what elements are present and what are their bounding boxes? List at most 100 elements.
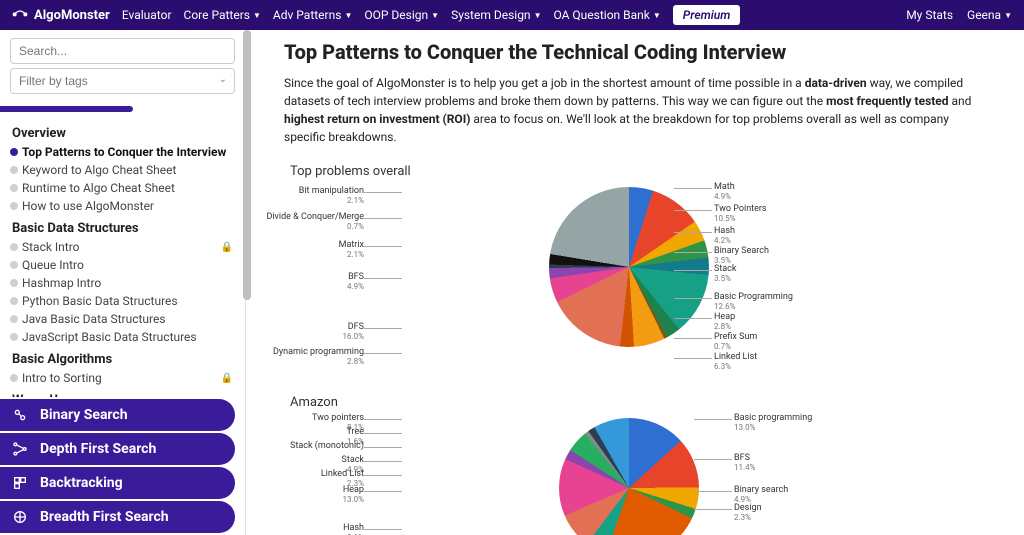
section-title: Basic Data Structures xyxy=(0,215,245,238)
category-icon xyxy=(10,507,30,527)
chevron-down-icon: ⌄ xyxy=(219,74,227,85)
chart-label: Linked List6.3% xyxy=(714,353,757,372)
section-title: Warm Up xyxy=(0,387,245,397)
section-title: Basic Algorithms xyxy=(0,346,245,369)
chart-amazon: Basic programming13.0% BFS11.4% Binary sea… xyxy=(284,414,974,535)
sidebar-item[interactable]: How to use AlgoMonster xyxy=(0,197,245,215)
category-pill[interactable]: Binary Search xyxy=(0,399,235,431)
sidebar-item-label: Python Basic Data Structures xyxy=(22,294,178,308)
chart-label: Dynamic programming2.8% xyxy=(273,348,364,367)
sidebar-item[interactable]: Runtime to Algo Cheat Sheet xyxy=(0,179,245,197)
sidebar-item-label: Java Basic Data Structures xyxy=(22,312,166,326)
user-menu[interactable]: Geena▼ xyxy=(967,8,1012,22)
status-dot-icon xyxy=(10,184,18,192)
chart-label: Binary Search3.5% xyxy=(714,247,769,266)
category-label: Binary Search xyxy=(40,407,128,423)
chart-label: Bit manipulation2.1% xyxy=(299,187,364,206)
filter-tags-input[interactable] xyxy=(10,68,235,94)
sidebar-item[interactable]: Hashmap Intro xyxy=(0,274,245,292)
sidebar-item[interactable]: Intro to Sorting 🔒 xyxy=(0,369,245,387)
nav-link[interactable]: Adv Patterns▼ xyxy=(273,8,352,22)
chevron-down-icon: ▼ xyxy=(344,11,352,20)
status-dot-icon xyxy=(10,243,18,251)
chart-label: Two Pointers10.5% xyxy=(714,205,767,224)
progress-accent xyxy=(0,106,133,112)
sidebar-item[interactable]: Queue Intro xyxy=(0,256,245,274)
nav-link[interactable]: OA Question Bank▼ xyxy=(553,8,660,22)
section-title: Overview xyxy=(0,120,245,143)
sidebar-item-label: Stack Intro xyxy=(22,240,80,254)
sidebar-item[interactable]: Top Patterns to Conquer the Interview xyxy=(0,143,245,161)
nav-link[interactable]: Evaluator xyxy=(122,8,172,22)
category-pill[interactable]: Backtracking xyxy=(0,467,235,499)
sidebar-item-label: Queue Intro xyxy=(22,258,84,272)
chevron-down-icon: ▼ xyxy=(1004,11,1012,20)
status-dot-icon xyxy=(10,315,18,323)
brand-icon xyxy=(12,5,28,25)
status-dot-icon xyxy=(10,148,18,156)
chart-label: Hash4.2% xyxy=(714,227,735,246)
chart-label: Heap13.0% xyxy=(343,486,364,505)
category-pill[interactable]: Depth First Search xyxy=(0,433,235,465)
chart-overall: Math4.9% Two Pointers10.5% Hash4.2%Binary … xyxy=(284,183,974,383)
chart-label: Prefix Sum0.7% xyxy=(714,333,757,352)
lock-icon: 🔒 xyxy=(221,242,233,253)
chart-label: Stack (monotonic) xyxy=(290,442,364,452)
chart-label: Design2.3% xyxy=(734,504,762,523)
category-icon xyxy=(10,473,30,493)
top-nav: AlgoMonster Evaluator Core Patters▼ Adv Pa… xyxy=(0,0,1024,30)
sidebar-item-label: Runtime to Algo Cheat Sheet xyxy=(22,181,175,195)
chart-label: Matrix2.1% xyxy=(339,241,364,260)
nav-link[interactable]: Core Patters▼ xyxy=(184,8,261,22)
scrollbar[interactable] xyxy=(243,30,251,535)
sidebar-item[interactable]: Java Basic Data Structures xyxy=(0,310,245,328)
chart-label: Math4.9% xyxy=(714,183,735,202)
sidebar-item-label: How to use AlgoMonster xyxy=(22,199,154,213)
brand-text: AlgoMonster xyxy=(34,8,110,23)
chart-label: Stack3.5% xyxy=(714,265,736,284)
status-dot-icon xyxy=(10,279,18,287)
chart-label: Heap2.8% xyxy=(714,313,735,332)
brand[interactable]: AlgoMonster xyxy=(12,5,110,25)
status-dot-icon xyxy=(10,166,18,174)
nav-link[interactable]: OOP Design▼ xyxy=(364,8,439,22)
chart-label: BFS4.9% xyxy=(347,273,364,292)
pie-chart xyxy=(549,187,709,347)
pie-chart xyxy=(559,418,699,535)
sidebar-item[interactable]: JavaScript Basic Data Structures xyxy=(0,328,245,346)
chart-label: BFS11.4% xyxy=(734,454,755,473)
nav-links: Evaluator Core Patters▼ Adv Patterns▼ OOP D… xyxy=(122,8,661,22)
my-stats-link[interactable]: My Stats xyxy=(906,8,953,22)
intro-paragraph: Since the goal of AlgoMonster is to help… xyxy=(284,74,974,146)
status-dot-icon xyxy=(10,202,18,210)
sidebar-item[interactable]: Python Basic Data Structures xyxy=(0,292,245,310)
main-content: Top Patterns to Conquer the Technical Co… xyxy=(246,30,1024,535)
sidebar-item-label: Hashmap Intro xyxy=(22,276,101,290)
chart-title-overall: Top problems overall xyxy=(290,164,974,179)
status-dot-icon xyxy=(10,297,18,305)
sidebar-item-label: Top Patterns to Conquer the Interview xyxy=(22,145,226,159)
category-icon xyxy=(10,405,30,425)
chart-label: Binary search4.9% xyxy=(734,486,788,505)
search-input[interactable] xyxy=(10,38,235,64)
page-title: Top Patterns to Conquer the Technical Co… xyxy=(284,40,974,64)
category-icon xyxy=(10,439,30,459)
chart-label: Hash8.1% xyxy=(343,524,364,535)
sidebar-item[interactable]: Stack Intro 🔒 xyxy=(0,238,245,256)
chart-label: Basic Programming12.6% xyxy=(714,293,793,312)
status-dot-icon xyxy=(10,261,18,269)
sidebar-item[interactable]: Keyword to Algo Cheat Sheet xyxy=(0,161,245,179)
status-dot-icon xyxy=(10,374,18,382)
chart-title-amazon: Amazon xyxy=(290,395,974,410)
chart-label: DFS16.0% xyxy=(343,323,364,342)
user-name: Geena xyxy=(967,8,1001,22)
lock-icon: 🔒 xyxy=(221,373,233,384)
chart-label: Divide & Conquer/Merge0.7% xyxy=(266,213,364,232)
premium-button[interactable]: Premium xyxy=(673,5,741,25)
category-pill[interactable]: Breadth First Search xyxy=(0,501,235,533)
chart-label: Basic programming13.0% xyxy=(734,414,812,433)
sidebar: ⌄ Overview Top Patterns to Conquer the In… xyxy=(0,30,246,535)
nav-link[interactable]: System Design▼ xyxy=(451,8,541,22)
sidebar-item-label: Intro to Sorting xyxy=(22,371,102,385)
chevron-down-icon: ▼ xyxy=(653,11,661,20)
